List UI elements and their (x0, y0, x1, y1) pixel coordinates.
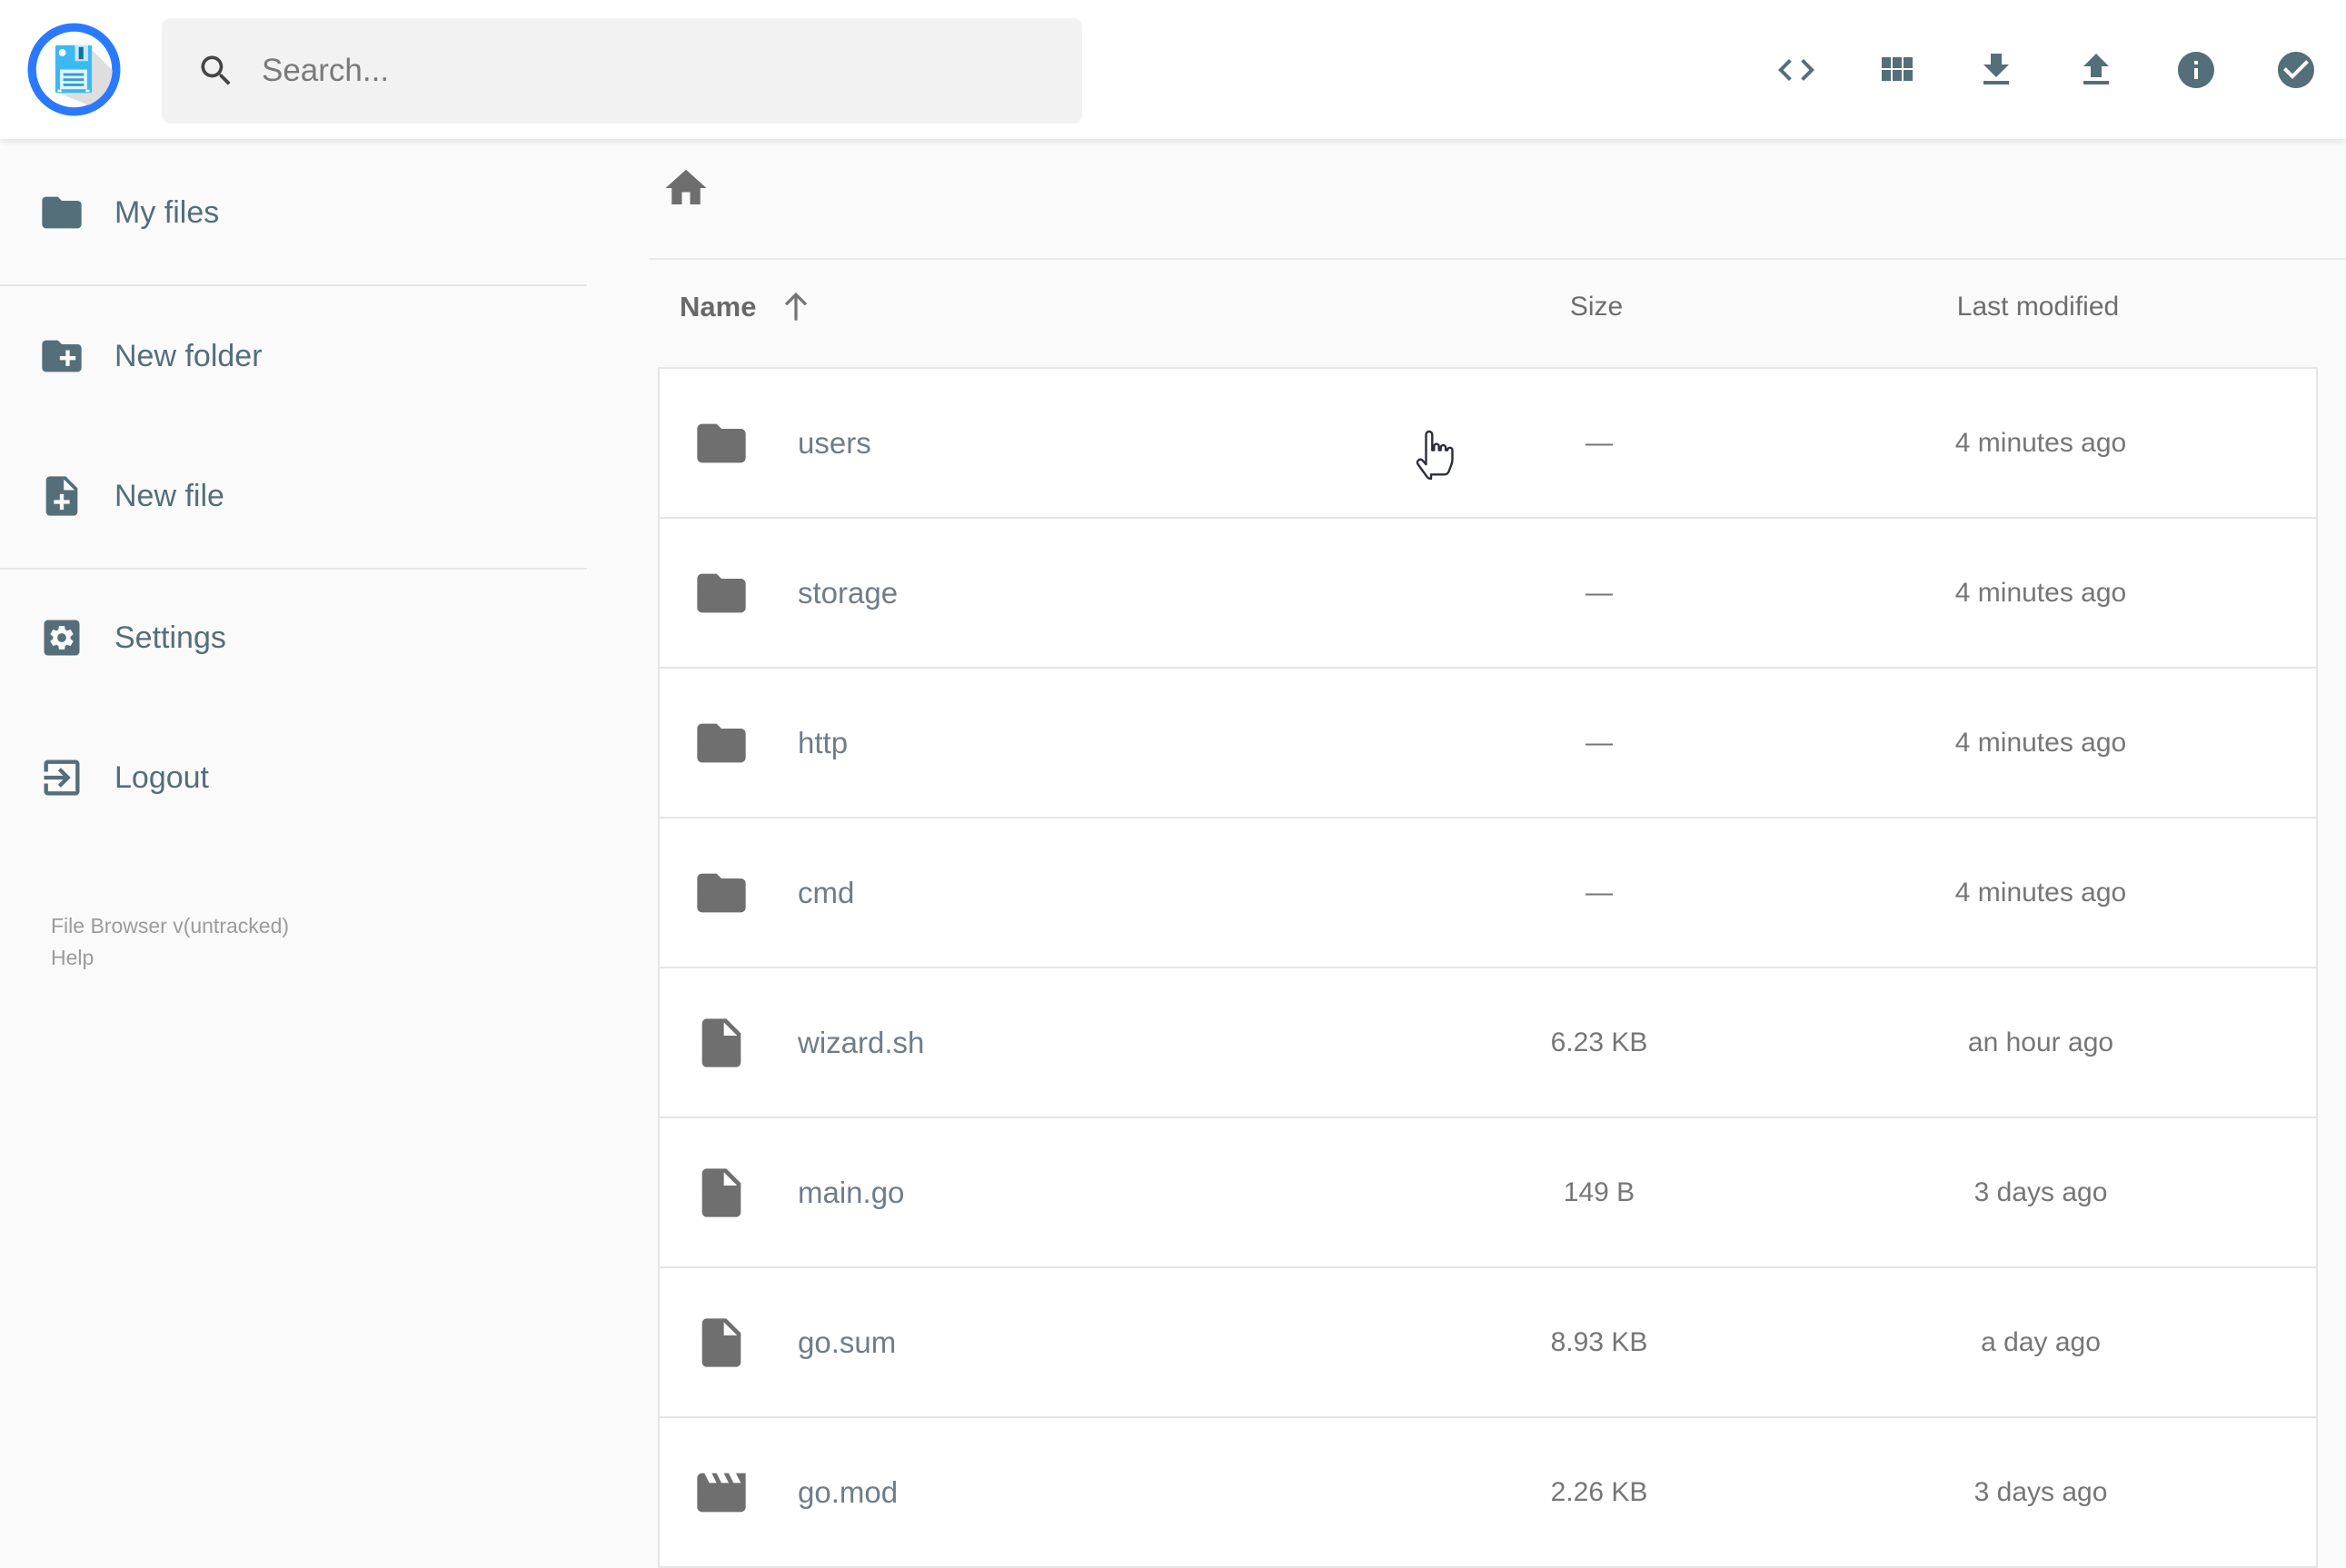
file-size: 6.23 KB (1550, 1027, 1648, 1057)
file-row[interactable]: http — 4 minutes ago (658, 667, 2318, 819)
file-row[interactable]: cmd — 4 minutes ago (658, 817, 2318, 968)
column-header-size[interactable]: Size (1460, 283, 1733, 331)
folder-icon (697, 423, 746, 462)
file-modified: 3 days ago (1973, 1476, 2108, 1507)
create-new-folder-icon (42, 340, 82, 372)
folder-icon (697, 573, 746, 612)
sidebar-item-settings[interactable]: Settings (0, 594, 587, 681)
folder-icon (697, 723, 746, 762)
file-icon (701, 1167, 741, 1217)
arrow-up-icon (785, 292, 808, 321)
select-multiple-button[interactable] (2274, 48, 2318, 92)
file-row[interactable]: go.sum 8.93 KB a day ago (658, 1266, 2318, 1418)
breadcrumb-home-button[interactable] (661, 164, 711, 213)
search-input[interactable] (260, 52, 1055, 90)
file-row[interactable]: storage — 4 minutes ago (658, 517, 2318, 669)
switch-view-button[interactable] (1874, 48, 1918, 92)
sidebar-divider (0, 284, 587, 286)
file-size: — (1586, 727, 1613, 758)
folder-icon (42, 196, 82, 229)
file-size: — (1586, 577, 1613, 608)
file-name: go.mod (798, 1474, 899, 1509)
version-text: File Browser v(untracked) (51, 914, 290, 938)
file-icon (701, 1317, 741, 1367)
column-header-modified[interactable]: Last modified (1902, 283, 2174, 331)
new-file-icon (45, 476, 78, 516)
download-button[interactable] (1974, 48, 2018, 92)
help-link[interactable]: Help (51, 942, 289, 974)
sidebar-footer: File Browser v(untracked) Help (51, 910, 289, 974)
file-modified: an hour ago (1967, 1027, 2114, 1057)
file-modified: 4 minutes ago (1954, 427, 2127, 458)
toolbar-actions (1774, 0, 2318, 139)
sidebar-divider (0, 568, 587, 570)
logout-icon (44, 759, 80, 796)
info-button[interactable] (2174, 48, 2218, 92)
file-modified: 4 minutes ago (1954, 877, 2127, 908)
sidebar-item-label: New file (114, 478, 224, 513)
file-name: http (798, 725, 849, 759)
file-size: 2.26 KB (1550, 1476, 1648, 1507)
file-row[interactable]: users — 4 minutes ago (658, 367, 2318, 519)
file-name: users (798, 425, 871, 460)
code-icon (1778, 58, 1814, 81)
column-header-name[interactable]: Name (680, 283, 816, 331)
upload-button[interactable] (2074, 48, 2118, 92)
file-row[interactable]: wizard.sh 6.23 KB an hour ago (658, 967, 2318, 1118)
settings-icon (44, 620, 80, 656)
file-row[interactable]: main.go 149 B 3 days ago (658, 1116, 2318, 1268)
search-bar (162, 18, 1082, 124)
info-icon (2178, 51, 2214, 88)
sidebar-item-logout[interactable]: Logout (0, 734, 587, 821)
file-list: users — 4 minutes ago storage — 4 minute… (658, 367, 2318, 1568)
file-name: cmd (798, 875, 855, 909)
filebrowser-app: My files New folder New file Settings (0, 0, 2346, 1568)
file-size: 8.93 KB (1550, 1326, 1648, 1357)
file-size: — (1586, 877, 1613, 908)
check-circle-icon (2278, 51, 2314, 88)
file-size: 149 B (1563, 1176, 1635, 1207)
file-size: — (1586, 427, 1613, 458)
floppy-disk-logo-icon (27, 23, 121, 116)
file-name: wizard.sh (798, 1025, 925, 1059)
file-name: main.go (798, 1175, 905, 1209)
top-bar (0, 0, 2346, 139)
shell-toggle-button[interactable] (1774, 48, 1818, 92)
file-modified: 4 minutes ago (1954, 577, 2127, 608)
breadcrumb-divider (649, 258, 2346, 260)
sidebar-item-label: New folder (114, 338, 263, 373)
download-icon (1983, 53, 2009, 84)
file-modified: a day ago (1981, 1326, 2101, 1357)
file-row[interactable]: go.mod 2.26 KB 3 days ago (658, 1416, 2318, 1568)
app-logo[interactable] (27, 23, 121, 116)
file-name: go.sum (798, 1325, 897, 1359)
sidebar-item-my-files[interactable]: My files (0, 169, 587, 256)
upload-icon (2083, 53, 2109, 84)
search-icon (201, 55, 231, 85)
sidebar-item-label: Settings (114, 620, 226, 655)
file-name: storage (798, 575, 899, 610)
file-modified: 4 minutes ago (1954, 727, 2127, 758)
home-icon (665, 169, 707, 204)
sidebar-item-new-file[interactable]: New file (0, 452, 587, 540)
sidebar-item-label: Logout (114, 759, 209, 795)
file-modified: 3 days ago (1973, 1176, 2108, 1207)
grid-view-icon (1882, 56, 1913, 81)
sidebar-item-new-folder[interactable]: New folder (0, 313, 587, 400)
sidebar-item-label: My files (114, 194, 220, 230)
movie-icon (697, 1473, 746, 1512)
file-icon (701, 1017, 741, 1067)
folder-icon (697, 873, 746, 912)
